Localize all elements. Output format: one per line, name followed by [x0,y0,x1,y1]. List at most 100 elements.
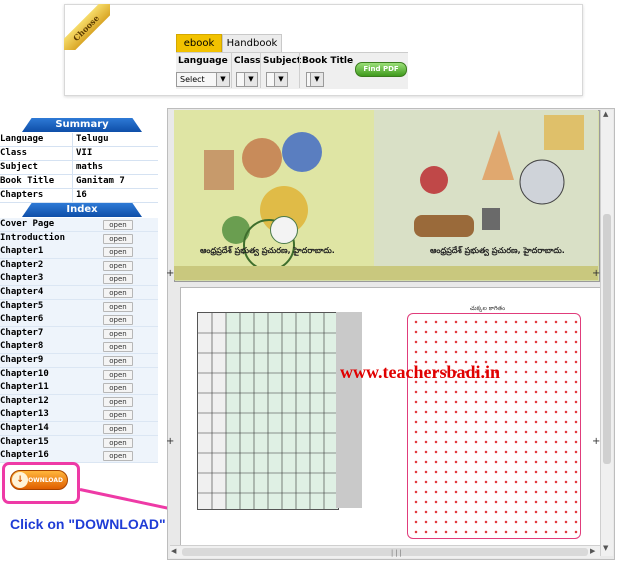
tab-ebook[interactable]: ebook [176,34,222,54]
index-item-label: Introduction [0,232,66,243]
filter-divider [260,52,261,88]
summary-row: Subject maths [0,161,158,175]
summary-value: Ganitam 7 [76,176,125,186]
download-label: DOWNLOAD [23,477,63,484]
index-row: Chapter9 open [0,354,158,368]
open-button[interactable]: open [103,260,133,271]
summary-key: Chapters [0,190,44,200]
index-row: Chapter14 open [0,422,158,436]
chevron-down-icon: ▼ [216,73,229,86]
open-button[interactable]: open [103,328,133,339]
open-button[interactable]: open [103,383,133,394]
download-arrow-icon: ↓ [12,472,28,488]
vertical-scroll-thumb[interactable] [603,214,611,464]
open-button[interactable]: open [103,274,133,285]
summary-header: Summary [22,118,142,132]
summary-row: Chapters 16 [0,189,158,203]
open-button[interactable]: open [103,342,133,353]
tab-handbook[interactable]: Handbook [222,34,282,54]
open-button[interactable]: open [103,233,133,244]
summary-key: Book Title [0,176,55,186]
summary-value: maths [76,162,104,172]
index-row: Chapter1 open [0,245,158,260]
open-button[interactable]: open [103,356,133,366]
index-item-label: Chapter8 [0,341,44,352]
index-row: Chapter4 open [0,286,158,300]
divider [72,133,73,146]
govt-emblem [270,216,298,244]
cover-caption-right: ఆంధ్రప్రదేశ్ ప్రభుత్వ ప్రచురణ, హైదరాబాదు… [430,246,565,255]
open-button[interactable]: open [103,424,133,434]
open-button[interactable]: open [103,396,133,407]
choose-ribbon: Choose [64,4,110,50]
vertical-scrollbar[interactable]: ▲ ▼ [600,110,613,556]
summary-row: Language Telugu [0,133,158,147]
find-pdf-button[interactable]: Find PDF [355,62,407,77]
open-button[interactable]: open [103,410,133,421]
open-button[interactable]: open [103,247,133,258]
class-select[interactable]: ▼ [236,72,258,87]
index-item-label: Chapter10 [0,368,49,379]
open-button[interactable]: open [103,315,133,326]
crop-mark: + [166,436,175,447]
scroll-right-icon[interactable]: ▶ [590,547,595,555]
index-item-label: Chapter16 [0,450,49,461]
scroll-down-icon[interactable]: ▼ [603,544,608,552]
open-button[interactable]: open [103,220,133,230]
summary-value: 16 [76,190,87,200]
open-button[interactable]: open [103,437,133,448]
table-grid [198,313,338,509]
index-row: Chapter10 open [0,367,158,382]
index-item-label: Chapter6 [0,314,44,325]
cover-bottom-strip [174,266,598,280]
site-watermark: www.teachersbadi.in [340,362,501,382]
cover-caption-left: ఆంధ్రప్రదేశ్ ప్రభుత్వ ప్రచురణ, హైదరాబాదు… [200,246,335,255]
divider [72,147,73,160]
language-select[interactable]: Select ▼ [176,72,230,87]
book-title-select[interactable]: ▼ [306,72,324,87]
index-item-label: Chapter1 [0,246,44,257]
book-title-label: Book Title [302,56,354,66]
index-item-label: Chapter12 [0,395,49,406]
index-row: Chapter8 open [0,340,158,355]
index-item-label: Chapter4 [0,287,44,297]
crop-mark: + [166,268,175,279]
chevron-down-icon: ▼ [274,73,287,86]
rotated-table [197,312,339,510]
index-item-label: Chapter9 [0,355,44,365]
filter-divider [299,52,300,88]
summary-key: Language [0,134,44,144]
subject-select[interactable]: ▼ [266,72,288,87]
index-header: Index [22,203,142,217]
class-label: Class [234,56,261,66]
index-row: Introduction open [0,231,158,246]
open-button[interactable]: open [103,301,133,312]
index-row: Chapter2 open [0,258,158,273]
index-item-label: Chapter15 [0,436,49,447]
index-item-label: Chapter3 [0,273,44,284]
index-row: Chapter15 open [0,435,158,450]
horizontal-scrollbar[interactable]: ◀ ||| ▶ [170,545,600,558]
download-button[interactable]: ↓ DOWNLOAD [10,470,68,490]
scroll-left-icon[interactable]: ◀ [171,547,176,555]
open-button[interactable]: open [103,288,133,298]
chevron-down-icon: ▼ [244,73,257,86]
index-row: Chapter13 open [0,408,158,423]
subject-label: Subject [263,56,302,66]
scroll-up-icon[interactable]: ▲ [603,110,608,118]
open-button[interactable]: open [103,451,133,462]
chevron-down-icon: ▼ [310,73,323,86]
horizontal-scroll-thumb[interactable]: ||| [182,548,588,557]
dot-page-title: చుక్కల కాగితం [470,305,506,312]
index-item-label: Chapter7 [0,327,44,338]
index-item-label: Chapter11 [0,382,49,393]
open-button[interactable]: open [103,369,133,380]
divider [72,161,73,174]
summary-key: Subject [0,162,38,172]
language-label: Language [178,56,228,66]
language-select-value: Select [180,75,205,84]
index-row: Chapter3 open [0,272,158,287]
summary-key: Class [0,148,28,158]
index-row: Chapter6 open [0,313,158,328]
grip-icon: ||| [390,549,403,557]
